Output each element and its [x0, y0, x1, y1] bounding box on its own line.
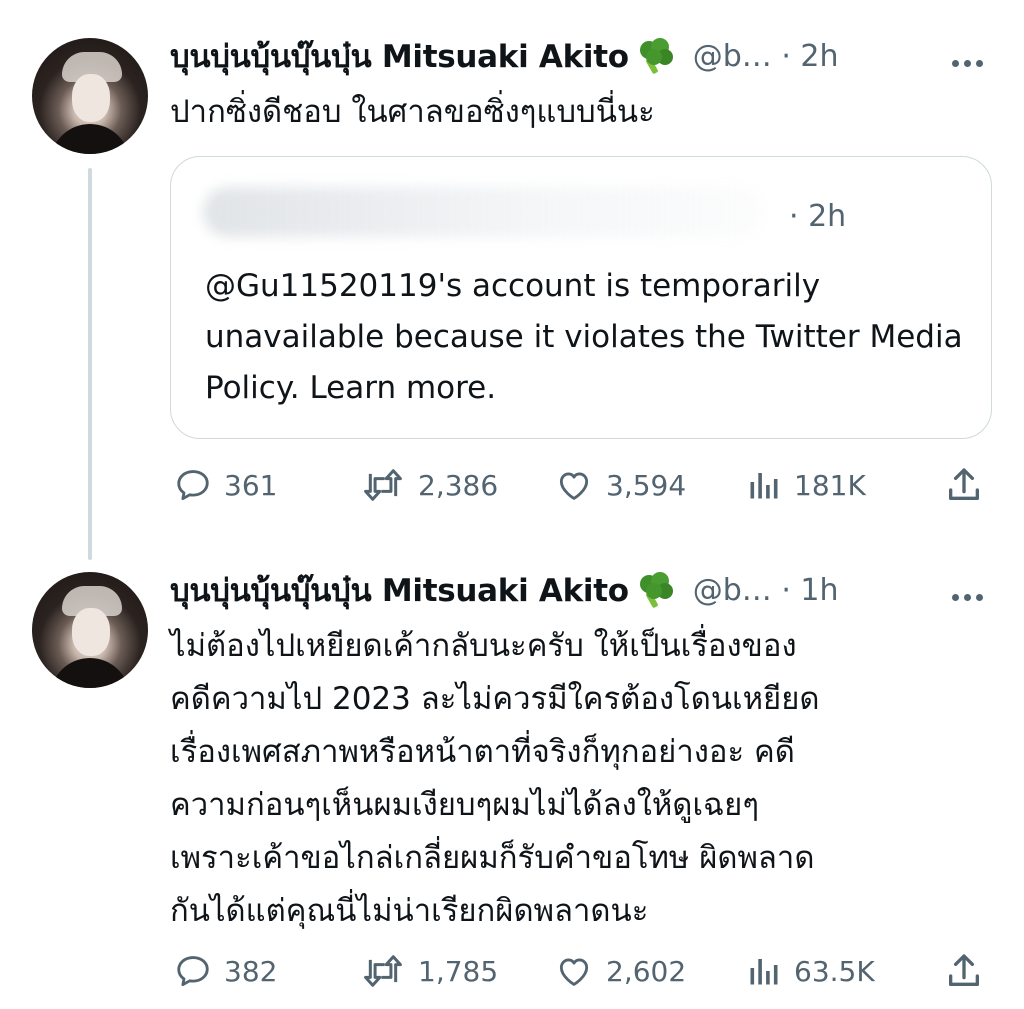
heart-icon	[559, 472, 589, 500]
views-icon	[750, 473, 778, 499]
view-count: 63.5K	[794, 954, 875, 988]
blurred-author	[203, 187, 763, 237]
more-options-icon[interactable]	[952, 52, 992, 67]
heart-icon	[559, 958, 589, 986]
quote-time: · 2h	[789, 199, 847, 234]
display-name[interactable]: บุนบุ่นบุ้นบุ๊นบุ๋น Mitsuaki Akito	[170, 565, 629, 615]
reply-icon	[177, 956, 209, 987]
reply-icon	[177, 470, 209, 501]
quoted-tweet-card[interactable]: · 2h @Gu11520119's account is temporaril…	[170, 156, 992, 439]
avatar[interactable]	[32, 572, 148, 688]
reply-count: 382	[224, 954, 278, 988]
share-button[interactable]	[944, 946, 984, 996]
views-icon	[750, 959, 778, 985]
handle-and-time[interactable]: @b… · 2h	[693, 39, 839, 74]
reply-button[interactable]: 361	[174, 460, 277, 510]
like-count: 2,602	[606, 954, 687, 988]
handle-and-time[interactable]: @b… · 1h	[693, 573, 839, 608]
retweet-icon	[364, 955, 402, 987]
share-button[interactable]	[944, 460, 984, 510]
view-count: 181K	[794, 468, 866, 502]
broccoli-icon	[639, 38, 673, 74]
display-name[interactable]: บุนบุ่นบุ้นบุ๊นบุ๋น Mitsuaki Akito	[170, 31, 629, 81]
like-button[interactable]: 3,594	[554, 460, 686, 510]
tweet-header: บุนบุ่นบุ้นบุ๊นบุ๋น Mitsuaki Akito @b… ·…	[170, 568, 839, 612]
avatar[interactable]	[32, 38, 148, 154]
retweet-count: 1,785	[418, 954, 499, 988]
views-button[interactable]: 181K	[746, 460, 866, 510]
like-button[interactable]: 2,602	[554, 946, 686, 996]
retweet-button[interactable]: 2,386	[360, 460, 498, 510]
tweet-header: บุนบุ่นบุ้นบุ๊นบุ๋น Mitsuaki Akito @b… ·…	[170, 34, 839, 78]
more-options-icon[interactable]	[952, 586, 992, 601]
action-bar: 361 2,386 3,594 181K	[170, 460, 992, 510]
reply-count: 361	[224, 468, 278, 502]
retweet-button[interactable]: 1,785	[360, 946, 498, 996]
tweet-text: ไม่ต้องไปเหยียดเค้ากลับนะครับ ให้เป็นเรื…	[170, 628, 820, 929]
tweet-text: ปากซิ่งดีชอบ ในศาลขอซิ่งๆแบบนี่นะ	[170, 94, 655, 130]
quote-unavailable-notice: @Gu11520119's account is temporarily una…	[205, 268, 963, 406]
reply-button[interactable]: 382	[174, 946, 277, 996]
thread-connector-line	[88, 168, 92, 560]
action-bar: 382 1,785 2,602 63.5K	[170, 946, 992, 996]
retweet-icon	[364, 469, 402, 501]
views-button[interactable]: 63.5K	[746, 946, 875, 996]
retweet-count: 2,386	[418, 468, 499, 502]
share-icon	[949, 954, 979, 986]
broccoli-icon	[639, 572, 673, 608]
share-icon	[949, 468, 979, 500]
like-count: 3,594	[606, 468, 687, 502]
